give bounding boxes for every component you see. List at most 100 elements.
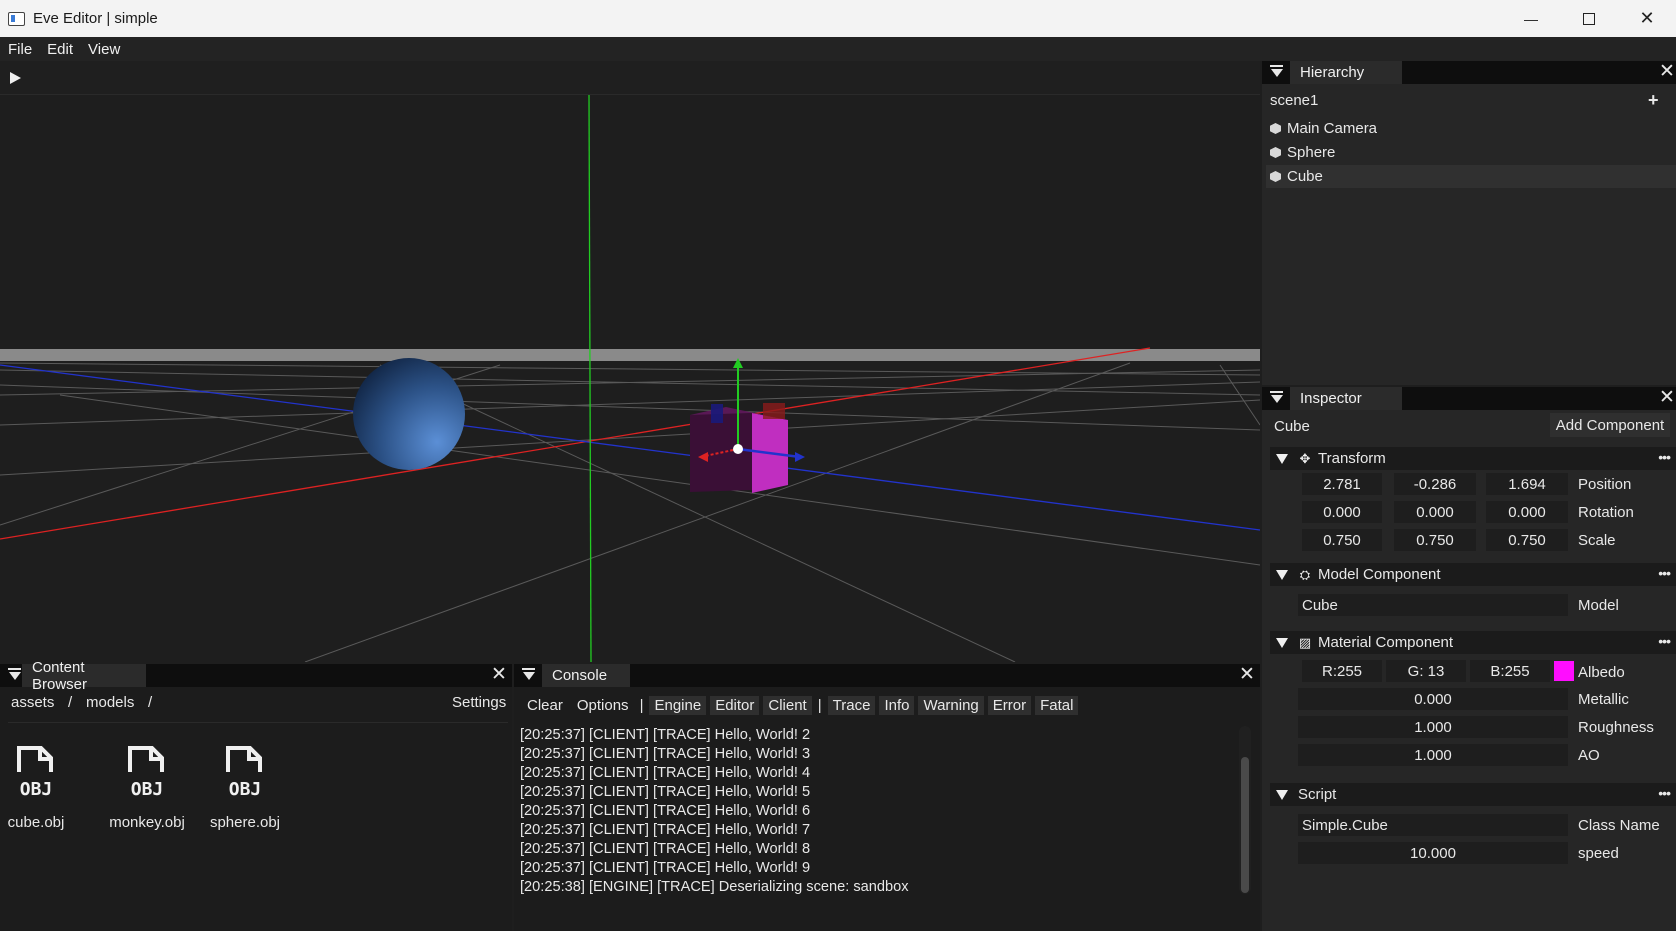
content-browser-tabbar: Content Browser ✕ xyxy=(0,659,512,693)
clear-button[interactable]: Clear xyxy=(522,696,568,715)
roughness-field[interactable]: 1.000 xyxy=(1298,716,1568,738)
viewport-canvas[interactable] xyxy=(0,95,1260,662)
metallic-field[interactable]: 0.000 xyxy=(1298,688,1568,710)
more-options-icon[interactable]: ••• xyxy=(1658,633,1671,649)
script-section-header[interactable]: Script ••• xyxy=(1270,783,1676,806)
speed-field[interactable]: 10.000 xyxy=(1298,842,1568,864)
close-window-button[interactable]: ✕ xyxy=(1618,0,1676,37)
inspector-tabbar: Inspector ✕ xyxy=(1262,387,1676,410)
model-label: Model xyxy=(1578,597,1619,614)
position-z-field[interactable]: 1.694 xyxy=(1486,473,1568,495)
model-section-header[interactable]: ⛭ Model Component ••• xyxy=(1270,563,1676,586)
app-icon xyxy=(8,11,25,26)
menu-edit[interactable]: Edit xyxy=(47,41,80,58)
material-section-header[interactable]: ▨ Material Component ••• xyxy=(1270,631,1676,654)
scale-z-field[interactable]: 0.750 xyxy=(1486,529,1568,551)
settings-button[interactable]: Settings xyxy=(452,694,506,711)
maximize-icon xyxy=(1583,12,1595,25)
filter-fatal-toggle[interactable]: Fatal xyxy=(1035,695,1079,715)
albedo-color-swatch[interactable] xyxy=(1554,661,1574,681)
collapse-icon xyxy=(1276,569,1288,580)
play-icon[interactable] xyxy=(10,72,21,84)
tab-content-browser[interactable]: Content Browser xyxy=(22,659,146,693)
hierarchy-item-cube[interactable]: Cube xyxy=(1266,165,1676,188)
close-inspector-icon[interactable]: ✕ xyxy=(1659,388,1675,408)
object-name-field[interactable]: Cube xyxy=(1274,418,1310,435)
hierarchy-item-main-camera[interactable]: Main Camera xyxy=(1266,117,1676,140)
close-hierarchy-icon[interactable]: ✕ xyxy=(1659,62,1675,82)
add-entity-icon[interactable]: + xyxy=(1648,90,1659,111)
log-line: [20:25:37] [CLIENT] [TRACE] Hello, World… xyxy=(520,784,811,800)
filter-engine-toggle[interactable]: Engine xyxy=(649,695,707,715)
filter-trace-toggle[interactable]: Trace xyxy=(827,695,876,715)
breadcrumb-assets[interactable]: assets xyxy=(11,694,54,711)
breadcrumb-separator: / xyxy=(148,694,153,711)
log-line: [20:25:38] [ENGINE] [TRACE] Deserializin… xyxy=(520,879,909,895)
class-name-field[interactable]: Simple.Cube xyxy=(1298,814,1568,836)
filter-client-toggle[interactable]: Client xyxy=(763,695,812,715)
model-field[interactable]: Cube xyxy=(1298,594,1568,616)
hierarchy-item-label: Sphere xyxy=(1287,144,1336,161)
ao-field[interactable]: 1.000 xyxy=(1298,744,1568,766)
minimize-button[interactable]: — xyxy=(1502,0,1560,37)
content-browser-panel: Content Browser ✕ assets / models / Sett… xyxy=(0,659,512,931)
divider xyxy=(8,722,508,723)
hierarchy-panel: Hierarchy ✕ scene1 + Main Camera Sphere … xyxy=(1262,61,1676,385)
roughness-label: Roughness xyxy=(1578,719,1654,736)
position-x-field[interactable]: 2.781 xyxy=(1302,473,1382,495)
filter-editor-toggle[interactable]: Editor xyxy=(710,695,760,715)
albedo-g-field[interactable]: G: 13 xyxy=(1386,660,1466,682)
breadcrumb-separator: / xyxy=(68,694,73,711)
close-console-icon[interactable]: ✕ xyxy=(1239,665,1255,685)
scale-x-field[interactable]: 0.750 xyxy=(1302,529,1382,551)
more-options-icon[interactable]: ••• xyxy=(1658,449,1671,465)
sphere-object[interactable] xyxy=(353,358,465,470)
scene-viewport[interactable] xyxy=(0,95,1260,662)
move-icon: ✥ xyxy=(1299,451,1311,466)
console-panel: Console ✕ Clear Options | Engine Editor … xyxy=(514,664,1260,931)
rotation-z-field[interactable]: 0.000 xyxy=(1486,501,1568,523)
file-name: monkey.obj xyxy=(109,814,185,831)
entity-icon xyxy=(1270,123,1281,134)
position-y-field[interactable]: -0.286 xyxy=(1394,473,1476,495)
transform-section-header[interactable]: ✥ Transform ••• xyxy=(1270,447,1676,470)
obj-file-icon: OBJ xyxy=(17,746,53,800)
maximize-button[interactable] xyxy=(1560,0,1618,37)
tab-hierarchy[interactable]: Hierarchy xyxy=(1290,61,1402,84)
svg-text:OBJ: OBJ xyxy=(20,779,53,798)
scene-name[interactable]: scene1 xyxy=(1270,92,1318,109)
hierarchy-item-sphere[interactable]: Sphere xyxy=(1266,141,1676,164)
breadcrumb-models[interactable]: models xyxy=(86,694,134,711)
menu-file[interactable]: File xyxy=(8,41,39,58)
menu-view[interactable]: View xyxy=(88,41,127,58)
filter-warning-toggle[interactable]: Warning xyxy=(918,695,984,715)
tab-inspector[interactable]: Inspector xyxy=(1290,387,1402,410)
more-options-icon[interactable]: ••• xyxy=(1658,565,1671,581)
options-button[interactable]: Options xyxy=(572,696,634,715)
entity-icon xyxy=(1270,147,1281,158)
svg-text:OBJ: OBJ xyxy=(229,779,262,798)
file-item-sphere[interactable]: OBJ sphere.obj xyxy=(203,742,287,831)
albedo-b-field[interactable]: B:255 xyxy=(1470,660,1550,682)
hierarchy-tabbar: Hierarchy ✕ xyxy=(1262,61,1676,84)
log-line: [20:25:37] [CLIENT] [TRACE] Hello, World… xyxy=(520,841,811,857)
more-options-icon[interactable]: ••• xyxy=(1658,785,1671,801)
file-item-monkey[interactable]: OBJ monkey.obj xyxy=(105,742,189,831)
panel-menu-icon[interactable] xyxy=(1270,64,1284,80)
inspector-panel: Inspector ✕ Cube Add Component ✥ Transfo… xyxy=(1262,387,1676,931)
panel-menu-icon[interactable] xyxy=(1270,390,1284,406)
rotation-x-field[interactable]: 0.000 xyxy=(1302,501,1382,523)
tab-console[interactable]: Console xyxy=(542,664,630,687)
console-scrollbar-thumb[interactable] xyxy=(1241,757,1249,893)
filter-info-toggle[interactable]: Info xyxy=(879,695,915,715)
albedo-r-field[interactable]: R:255 xyxy=(1302,660,1382,682)
file-item-cube[interactable]: OBJ cube.obj xyxy=(0,742,78,831)
close-content-browser-icon[interactable]: ✕ xyxy=(491,665,507,685)
add-component-button[interactable]: Add Component xyxy=(1550,413,1670,437)
panel-menu-icon[interactable] xyxy=(8,667,22,683)
scale-y-field[interactable]: 0.750 xyxy=(1394,529,1476,551)
panel-menu-icon[interactable] xyxy=(522,667,536,683)
rotation-y-field[interactable]: 0.000 xyxy=(1394,501,1476,523)
separator: | xyxy=(817,696,822,714)
filter-error-toggle[interactable]: Error xyxy=(987,695,1032,715)
